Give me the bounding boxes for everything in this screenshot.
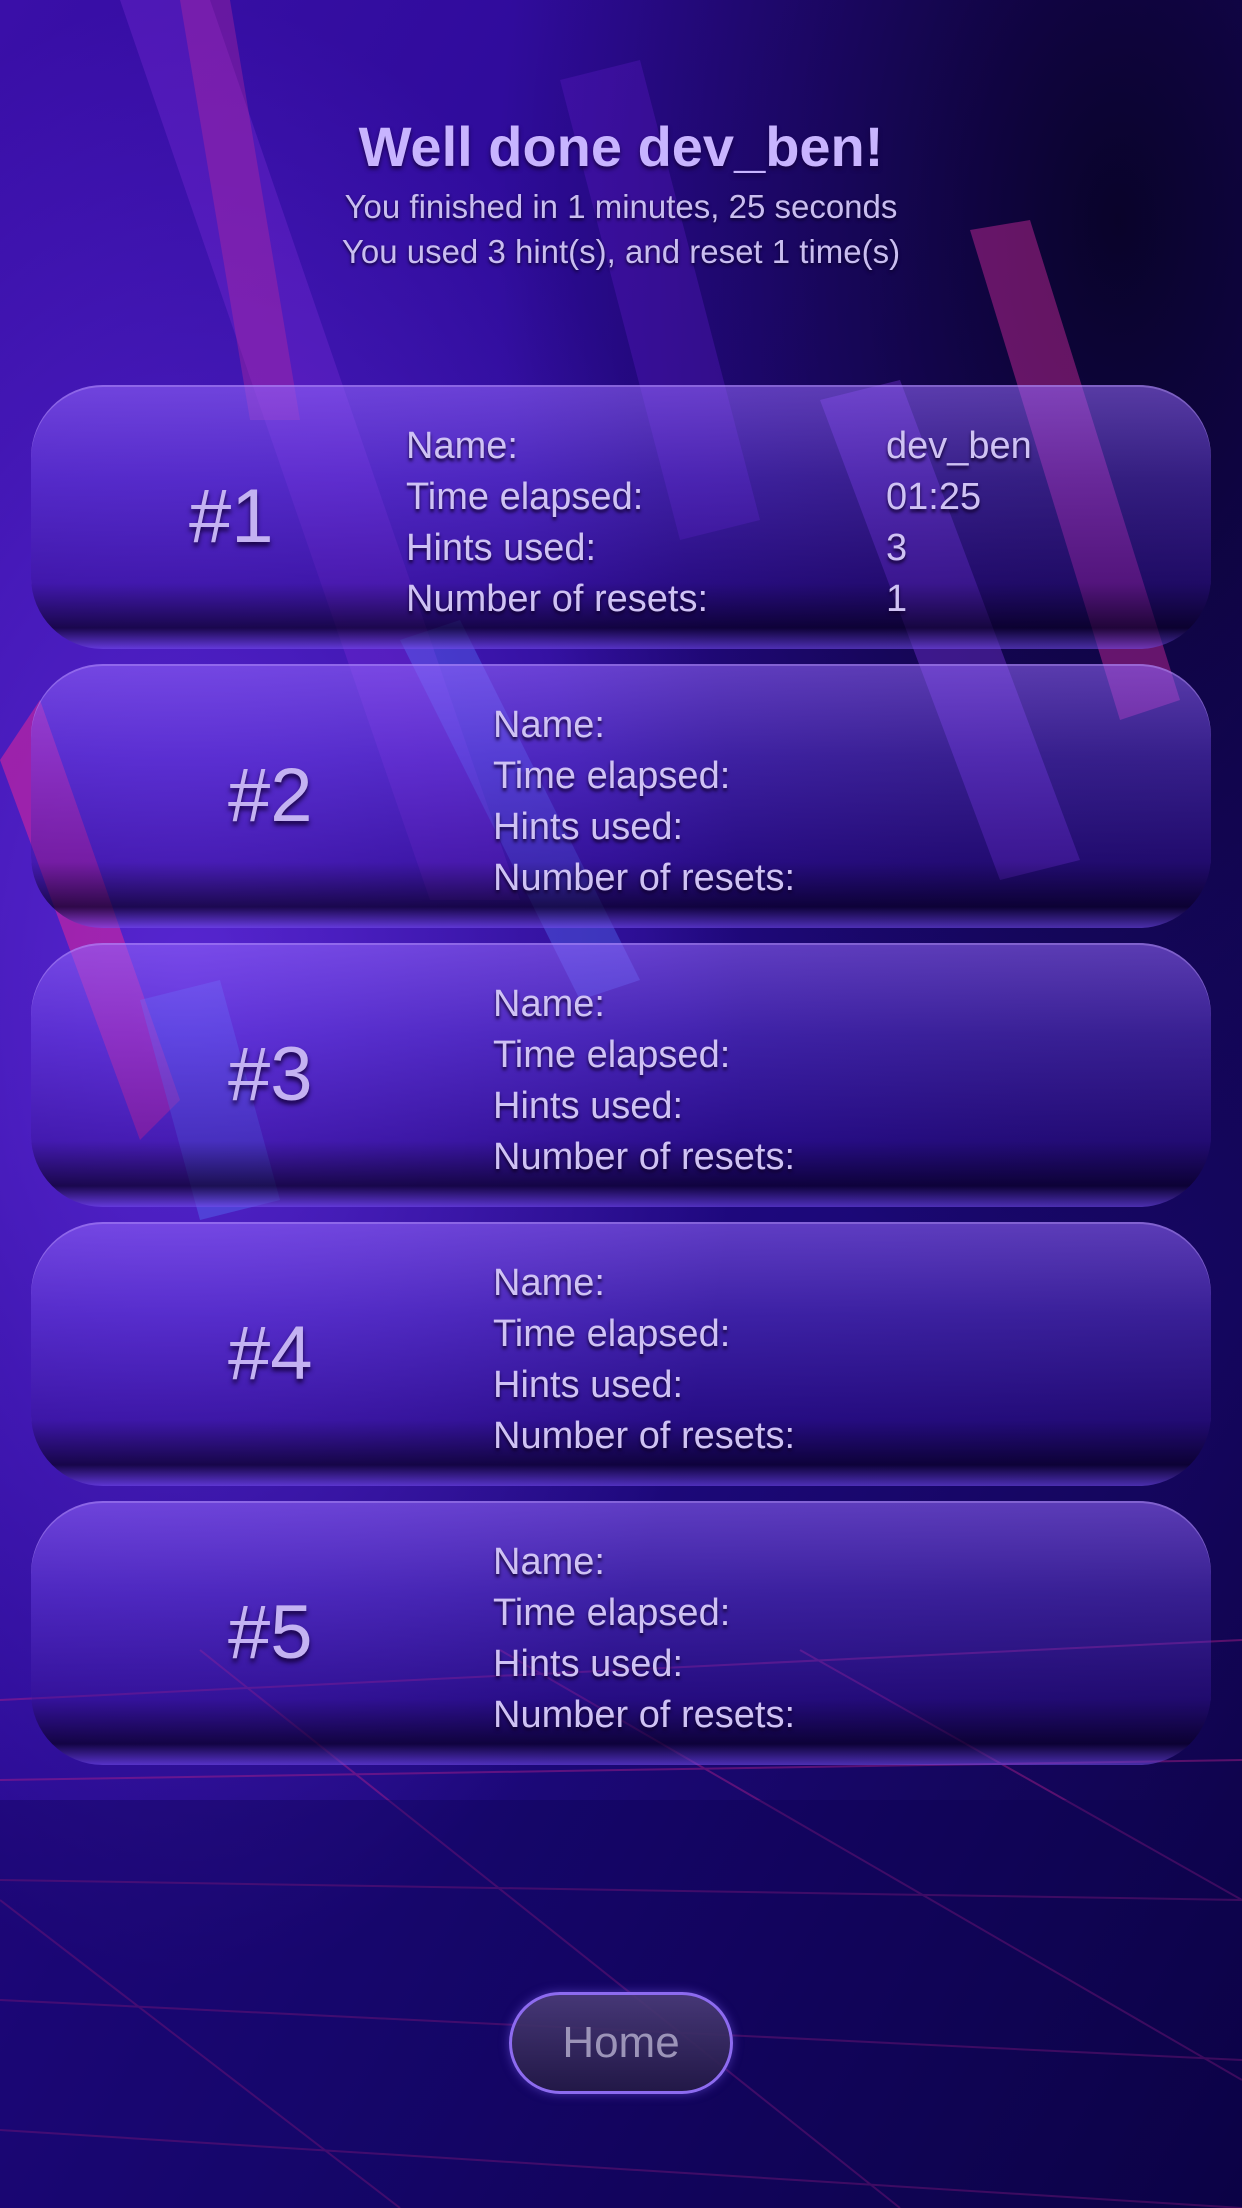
name-label: Name: (493, 704, 605, 746)
resets-value: 1 (886, 578, 908, 620)
resets-label: Number of resets: (493, 857, 795, 899)
resets-label: Number of resets: (493, 1136, 795, 1178)
hints-label: Hints used: (493, 1085, 684, 1127)
name-label: Name: (493, 983, 605, 1025)
rank-label: #1 (189, 474, 274, 559)
name-value: dev_ben (886, 425, 1032, 467)
leaderboard-entry-3: #3 Name: Time elapsed: Hints used: Numbe… (31, 943, 1211, 1207)
finish-time-text: You finished in 1 minutes, 25 seconds (344, 188, 898, 225)
time-label: Time elapsed: (406, 476, 644, 518)
field-values: dev_ben 01:25 3 1 (886, 421, 1032, 625)
rank-label: #4 (228, 1311, 313, 1396)
hints-resets-text: You used 3 hint(s), and reset 1 time(s) (341, 233, 901, 270)
time-label: Time elapsed: (493, 1592, 731, 1634)
home-button[interactable]: Home (509, 1992, 733, 2094)
field-labels: Name: Time elapsed: Hints used: Number o… (406, 421, 708, 625)
name-label: Name: (493, 1541, 605, 1583)
resets-label: Number of resets: (406, 578, 708, 620)
hints-value: 3 (886, 527, 908, 569)
hints-label: Hints used: (493, 806, 684, 848)
field-labels: Name: Time elapsed: Hints used: Number o… (493, 1258, 795, 1462)
leaderboard-entry-5: #5 Name: Time elapsed: Hints used: Numbe… (31, 1501, 1211, 1765)
rank-label: #5 (228, 1590, 313, 1675)
rank-label: #2 (228, 753, 313, 838)
leaderboard: #1 Name: Time elapsed: Hints used: Numbe… (31, 385, 1211, 1780)
field-labels: Name: Time elapsed: Hints used: Number o… (493, 979, 795, 1183)
name-label: Name: (493, 1262, 605, 1304)
field-labels: Name: Time elapsed: Hints used: Number o… (493, 1537, 795, 1741)
resets-label: Number of resets: (493, 1694, 795, 1736)
field-labels: Name: Time elapsed: Hints used: Number o… (493, 700, 795, 904)
leaderboard-entry-2: #2 Name: Time elapsed: Hints used: Numbe… (31, 664, 1211, 928)
time-label: Time elapsed: (493, 1313, 731, 1355)
time-value: 01:25 (886, 476, 982, 518)
rank-label: #3 (228, 1032, 313, 1117)
results-header: Well done dev_ben! You finished in 1 min… (0, 110, 1242, 274)
hints-label: Hints used: (493, 1364, 684, 1406)
time-label: Time elapsed: (493, 755, 731, 797)
hints-label: Hints used: (493, 1643, 684, 1685)
hints-label: Hints used: (406, 527, 597, 569)
name-label: Name: (406, 425, 518, 467)
leaderboard-entry-4: #4 Name: Time elapsed: Hints used: Numbe… (31, 1222, 1211, 1486)
page-title: Well done dev_ben! (358, 115, 884, 178)
leaderboard-entry-1: #1 Name: Time elapsed: Hints used: Numbe… (31, 385, 1211, 649)
resets-label: Number of resets: (493, 1415, 795, 1457)
time-label: Time elapsed: (493, 1034, 731, 1076)
